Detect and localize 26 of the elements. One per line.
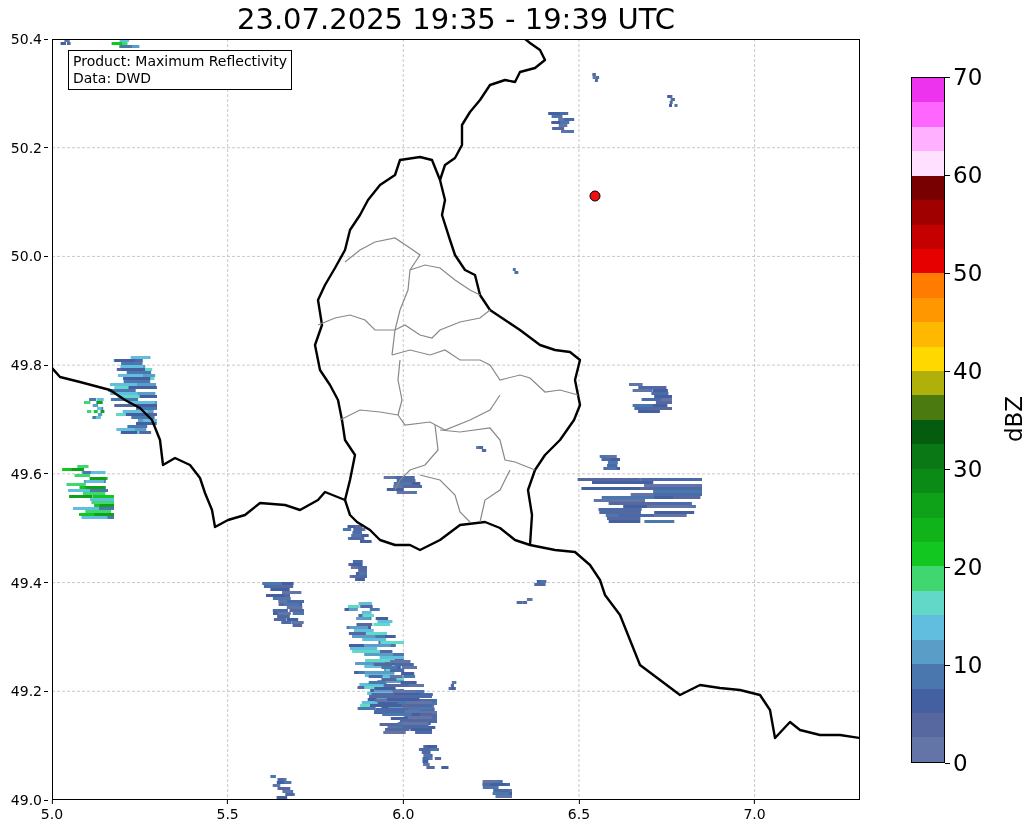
colorbar-tick-label: 30 (953, 456, 983, 482)
colorbar-tick-label: 0 (953, 750, 968, 776)
colorbar-label: dBZ (1001, 395, 1023, 443)
info-text: Data: DWD (73, 70, 152, 87)
y-axis-tick-label: 49.0 (10, 792, 42, 808)
x-axis-tick-label: 5.5 (216, 806, 239, 822)
y-axis-tick-label: 50.4 (10, 31, 42, 47)
location-marker (589, 190, 601, 202)
colorbar-tick-label: 20 (953, 554, 983, 580)
chart-title: 23.07.2025 19:35 - 19:39 UTC (236, 1, 676, 38)
colorbar-tick-label: 60 (953, 162, 983, 188)
y-axis-tick-label: 49.8 (10, 357, 42, 374)
x-axis-tick-label: 5.0 (40, 806, 64, 822)
y-axis-tick-label: 49.2 (10, 683, 42, 700)
colorbar-tick-label: 50 (953, 260, 983, 286)
colorbar-tick-label: 70 (953, 64, 983, 90)
colorbar-tick-label: 40 (953, 358, 983, 384)
y-axis-tick-label: 50.0 (10, 248, 42, 265)
colorbar-tick-label: 10 (953, 652, 983, 678)
info-text: Product: Maximum Reflectivity (73, 53, 287, 70)
x-axis-tick-label: 6.0 (392, 806, 415, 822)
y-axis-tick-label: 50.2 (10, 139, 42, 156)
x-axis-tick-label: 6.5 (567, 806, 591, 822)
y-axis-tick-label: 49.4 (10, 574, 42, 591)
x-axis-tick-label: 7.0 (743, 806, 766, 822)
y-axis-tick-label: 49.6 (10, 465, 42, 482)
